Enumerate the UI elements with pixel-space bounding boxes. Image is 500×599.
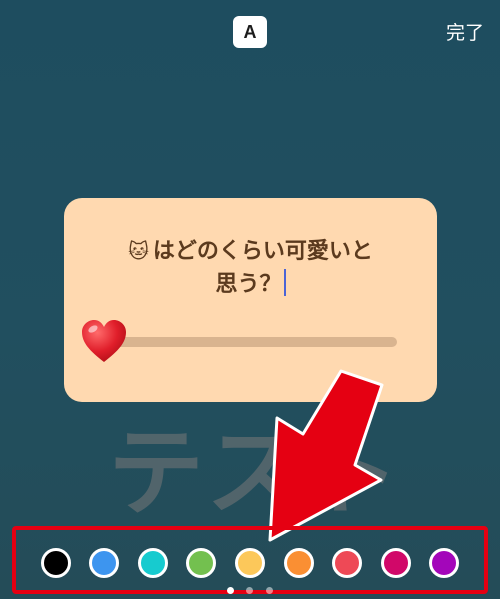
- slider-track[interactable]: [105, 337, 397, 347]
- page-dot-3[interactable]: [266, 587, 273, 594]
- text-cursor: [283, 269, 286, 296]
- page-dot-2[interactable]: [246, 587, 253, 594]
- question-line-1: 🐱 はどのくらい可愛いと: [64, 235, 437, 268]
- question-text[interactable]: 🐱 はどのくらい可愛いと 思う？: [64, 235, 437, 301]
- page-dot-1[interactable]: [227, 587, 234, 594]
- question-line-2: 思う？: [64, 268, 437, 301]
- color-swatch-blue[interactable]: [89, 548, 119, 578]
- heart-icon[interactable]: [80, 318, 128, 364]
- question-text-line1: はどのくらい可愛いと: [152, 239, 373, 264]
- color-swatch-black[interactable]: [41, 548, 71, 578]
- background-text[interactable]: テスト: [108, 395, 402, 534]
- color-swatch-purple[interactable]: [429, 548, 459, 578]
- font-style-button[interactable]: A: [233, 16, 267, 48]
- question-text-line2: 思う？: [215, 272, 282, 297]
- color-swatch-magenta[interactable]: [381, 548, 411, 578]
- color-swatch-green[interactable]: [186, 548, 216, 578]
- font-style-label: A: [243, 21, 257, 42]
- color-swatch-yellow[interactable]: [235, 548, 265, 578]
- color-swatch-red[interactable]: [332, 548, 362, 578]
- slider-sticker[interactable]: 🐱 はどのくらい可愛いと 思う？: [64, 198, 437, 402]
- cat-emoji-icon: 🐱: [128, 239, 149, 263]
- color-swatch-cyan[interactable]: [138, 548, 168, 578]
- done-button[interactable]: 完了: [446, 18, 484, 45]
- color-swatch-orange[interactable]: [284, 548, 314, 578]
